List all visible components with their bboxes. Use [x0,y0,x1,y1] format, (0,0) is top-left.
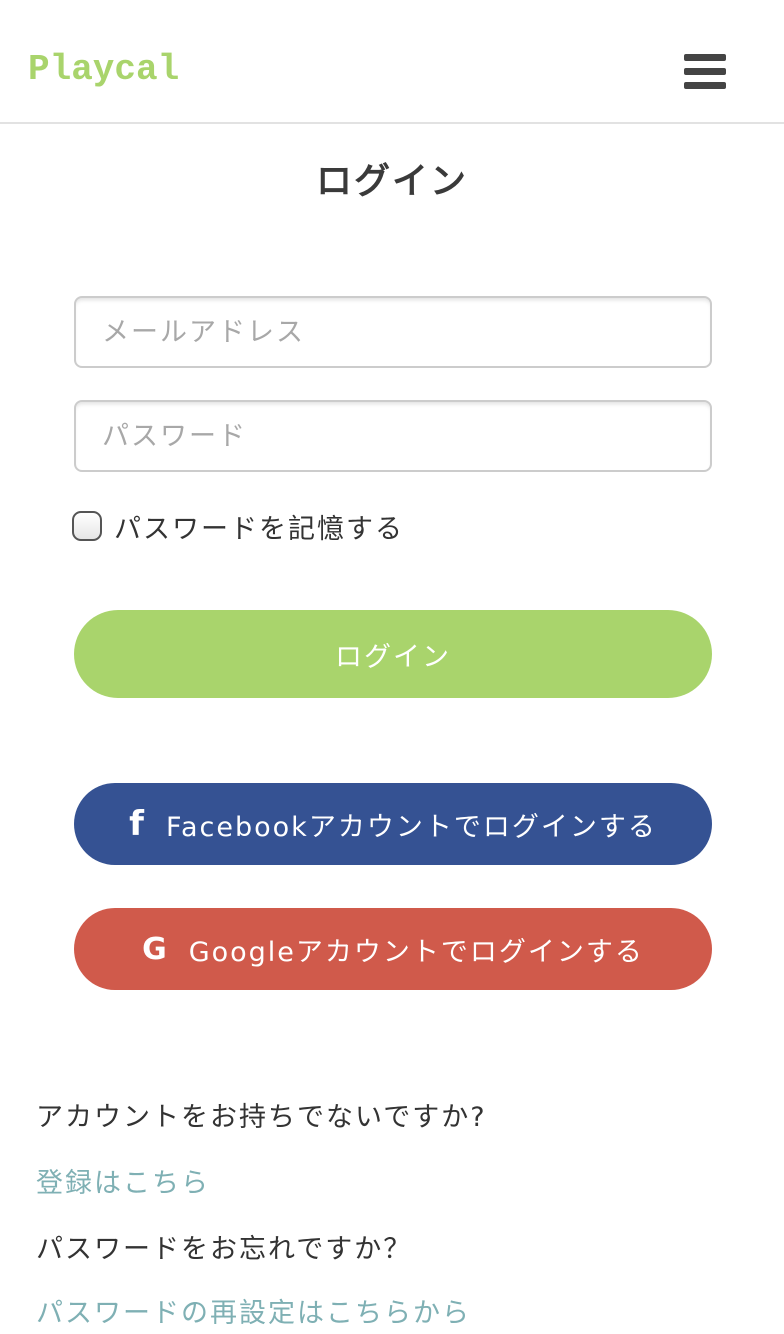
register-link[interactable]: 登録はこちら [36,1164,210,1204]
google-icon: G [142,931,169,967]
menu-line [684,82,726,89]
app-logo[interactable]: Playcal [28,48,179,92]
email-field[interactable] [74,296,712,368]
no-account-text: アカウントをお持ちでないですか? [36,1102,487,1133]
page-title: ログイン [315,161,468,202]
remember-password-toggle[interactable]: パスワードを記憶する [72,506,404,546]
remember-checkbox[interactable] [72,511,102,541]
login-button-label: ログイン [335,641,451,673]
reset-password-link[interactable]: パスワードの再設定はこちらから [36,1294,471,1334]
forgot-password-text: パスワードをお忘れですか？ [36,1234,413,1265]
facebook-login-label: Facebookアカウントでログインする [165,811,657,843]
menu-line [684,68,726,75]
facebook-login-button[interactable]: f Facebookアカウントでログインする [74,783,712,865]
google-login-label: Googleアカウントでログインする [188,936,644,968]
header-bar: Playcal [0,0,784,124]
menu-line [684,54,726,61]
google-login-button[interactable]: G Googleアカウントでログインする [74,908,712,990]
password-field[interactable] [74,400,712,472]
hamburger-menu-icon[interactable] [678,48,732,94]
facebook-icon: f [129,804,146,844]
login-button[interactable]: ログイン [74,610,712,698]
remember-label: パスワードを記憶する [114,513,404,545]
